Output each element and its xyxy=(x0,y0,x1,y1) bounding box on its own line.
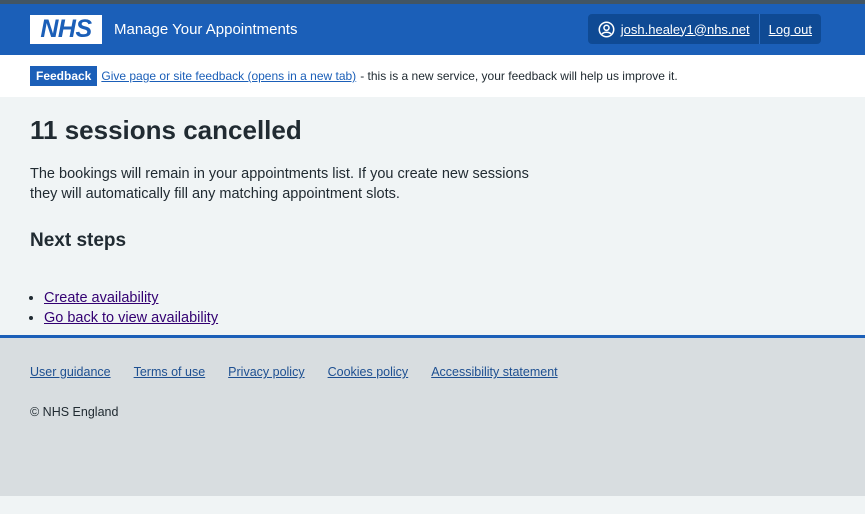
footer-link-user-guidance[interactable]: User guidance xyxy=(30,365,111,379)
logout-container: Log out xyxy=(760,14,821,44)
page-title: 11 sessions cancelled xyxy=(30,115,302,145)
main-content: 11 sessions cancelled The bookings will … xyxy=(0,97,865,335)
footer-link-cookies[interactable]: Cookies policy xyxy=(328,365,409,379)
site-header: NHS Manage Your Appointments josh.healey… xyxy=(0,4,865,55)
lead-line-1: The bookings will remain in your appoint… xyxy=(30,166,529,183)
feedback-suffix: - this is a new service, your feedback w… xyxy=(360,69,678,83)
site-footer: User guidance Terms of use Privacy polic… xyxy=(0,338,865,496)
list-item: Go back to view availability xyxy=(44,308,835,328)
nhs-logo-text: NHS xyxy=(40,15,92,43)
footer-links: User guidance Terms of use Privacy polic… xyxy=(30,365,835,379)
account-user: josh.healey1@nhs.net xyxy=(588,14,760,44)
footer-link-terms[interactable]: Terms of use xyxy=(134,365,206,379)
user-email-link[interactable]: josh.healey1@nhs.net xyxy=(621,22,750,37)
service-name[interactable]: Manage Your Appointments xyxy=(114,21,297,38)
view-availability-link[interactable]: Go back to view availability xyxy=(44,310,218,326)
user-icon xyxy=(598,21,615,37)
list-item: Create availability xyxy=(44,288,835,308)
account-panel: josh.healey1@nhs.net Log out xyxy=(587,14,821,44)
next-steps-list: Create availability Go back to view avai… xyxy=(30,288,835,328)
feedback-banner: Feedback Give page or site feedback (ope… xyxy=(0,55,865,97)
create-availability-link[interactable]: Create availability xyxy=(44,290,158,306)
next-steps-heading: Next steps xyxy=(30,230,127,252)
footer-link-accessibility[interactable]: Accessibility statement xyxy=(431,365,557,379)
copyright: © NHS England xyxy=(30,405,119,419)
logout-link[interactable]: Log out xyxy=(769,22,812,37)
feedback-link[interactable]: Give page or site feedback (opens in a n… xyxy=(101,69,356,83)
nhs-logo[interactable]: NHS xyxy=(30,15,102,44)
footer-link-privacy[interactable]: Privacy policy xyxy=(228,365,304,379)
feedback-tag: Feedback xyxy=(30,66,98,86)
lead-line-2: they will automatically fill any matchin… xyxy=(30,186,400,203)
lead-paragraph: The bookings will remain in your appoint… xyxy=(30,164,550,204)
